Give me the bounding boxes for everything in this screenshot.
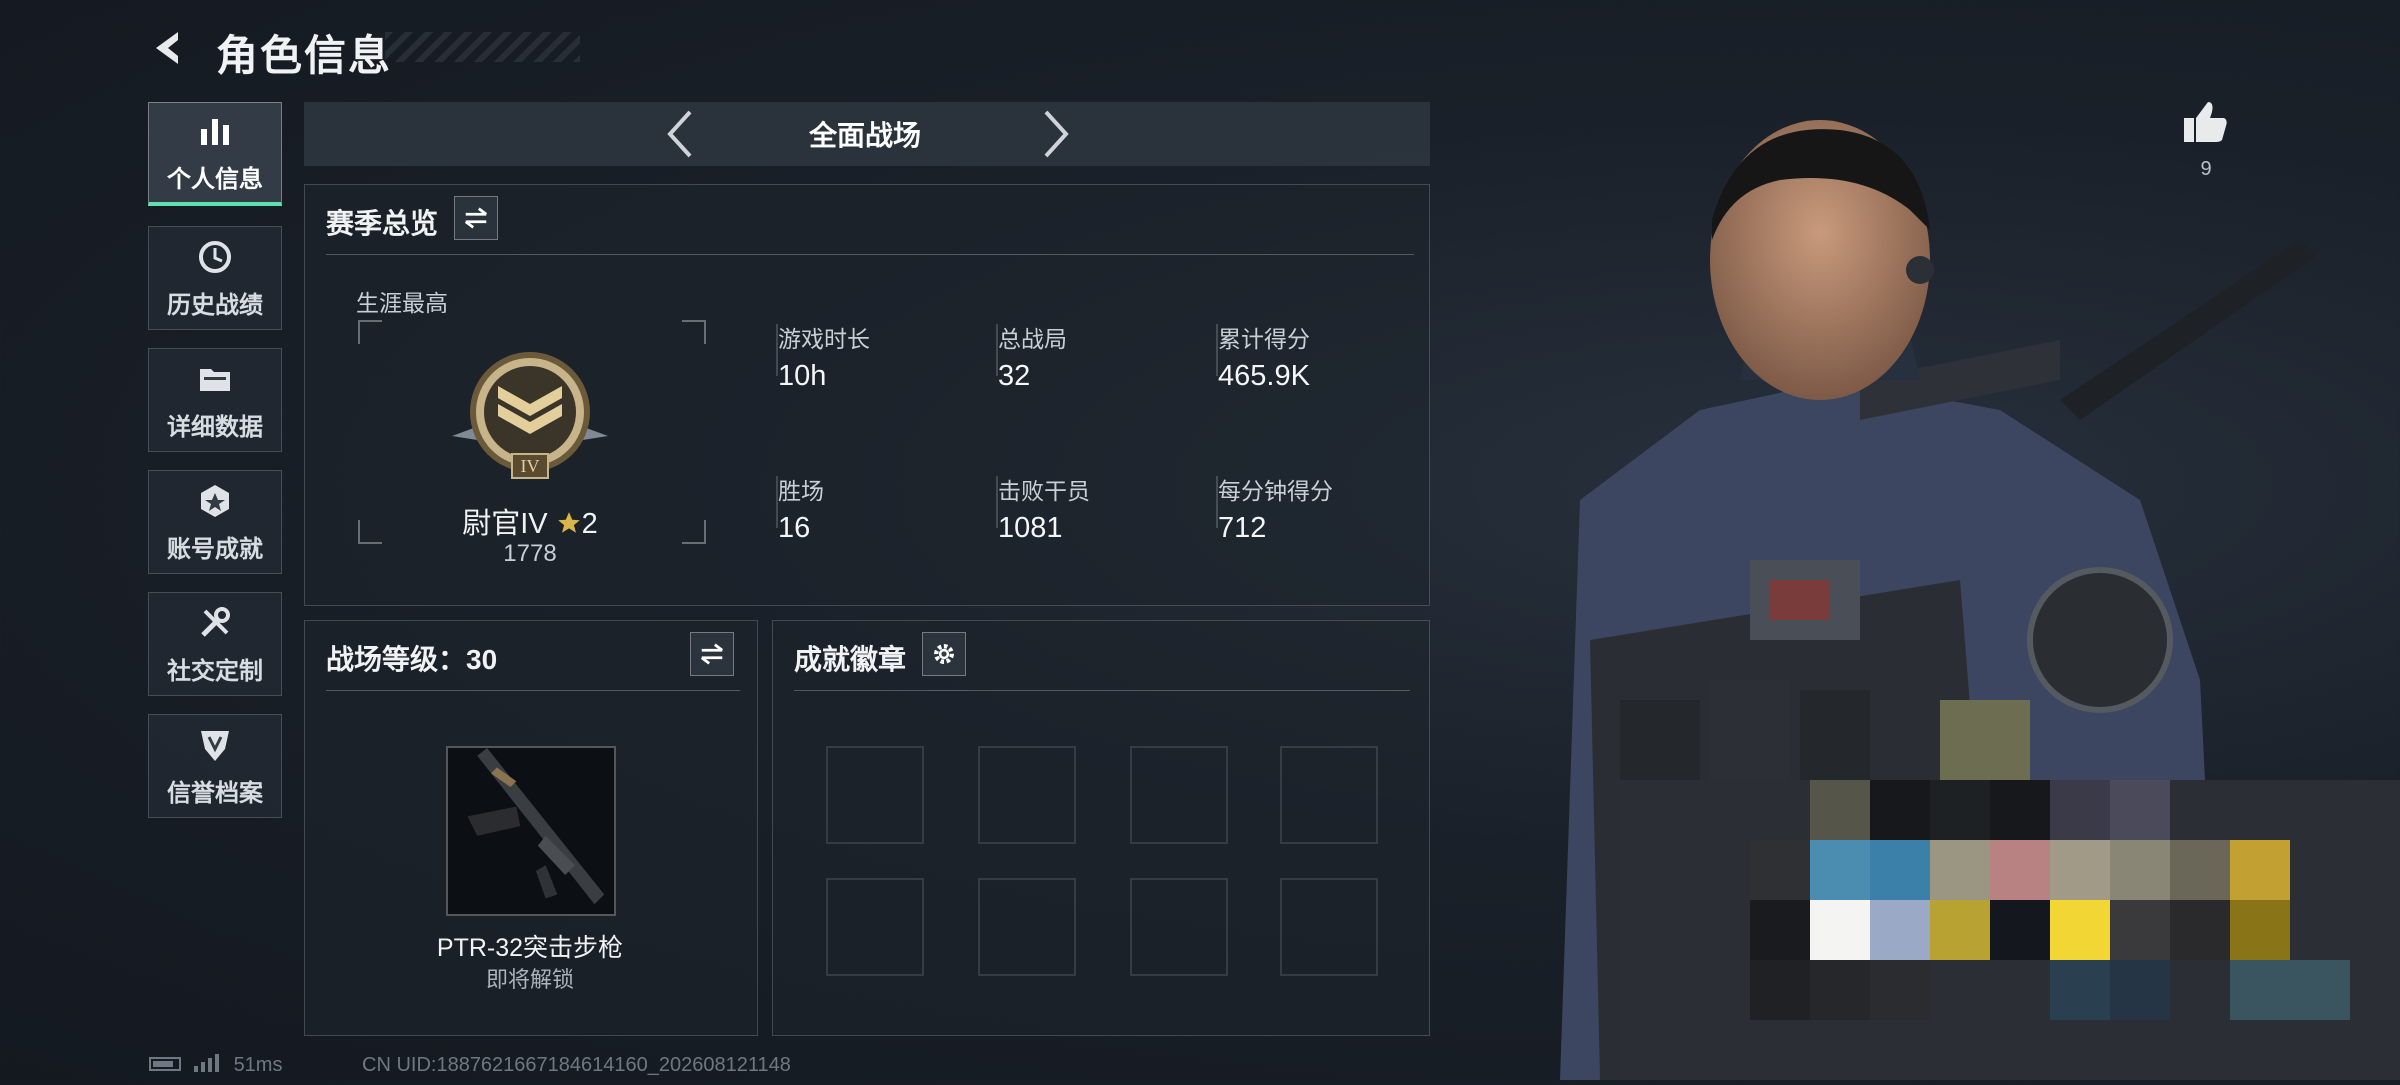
sidebar-item-label: 详细数据 — [167, 413, 263, 441]
sidebar-item-label: 信誉档案 — [167, 779, 263, 807]
rank-points: 1778 — [503, 540, 557, 567]
badge-slot[interactable] — [1130, 746, 1228, 844]
divider — [794, 690, 1410, 691]
badge-slot[interactable] — [978, 878, 1076, 976]
rank-name: 尉官IV — [462, 508, 548, 540]
badge-slot[interactable] — [1130, 878, 1228, 976]
thumbs-up-icon — [2184, 102, 2227, 142]
stat-label-playtime: 游戏时长 — [778, 326, 870, 352]
frame-corner — [682, 520, 706, 544]
frame-corner — [358, 320, 382, 344]
title-decoration — [385, 32, 580, 62]
achievement-star-icon — [201, 484, 229, 517]
mode-next-button[interactable] — [1036, 108, 1076, 160]
rank-stars: 2 — [581, 508, 598, 540]
sidebar-item-history[interactable]: 历史战绩 — [148, 226, 282, 330]
mosaic-overlay — [1620, 780, 2400, 1080]
history-clock-icon — [199, 240, 231, 273]
stat-value-total-matches: 32 — [998, 360, 1031, 392]
stat-value-total-score: 465.9K — [1218, 360, 1310, 392]
stat-value-playtime: 10h — [778, 360, 827, 392]
shield-badge-icon — [201, 730, 229, 761]
badge-slot[interactable] — [978, 746, 1076, 844]
pixelated-region — [1620, 780, 2400, 1080]
weapon-name: PTR-32突击步枪 — [436, 934, 624, 962]
page-title: 角色信息 — [216, 32, 393, 79]
divider — [326, 690, 740, 691]
star-icon — [557, 512, 580, 533]
sidebar-item-detailed-data[interactable]: 详细数据 — [148, 348, 282, 452]
stat-value-wins: 16 — [778, 512, 811, 544]
bar-chart-icon — [201, 119, 229, 145]
stat-value-kills: 1081 — [998, 512, 1063, 544]
network-status: 51ms — [148, 1054, 282, 1077]
sidebar-item-label: 个人信息 — [167, 166, 263, 193]
back-button[interactable] — [148, 26, 192, 70]
stat-value-score-per-minute: 712 — [1218, 512, 1267, 544]
season-switch-button[interactable] — [454, 196, 498, 240]
stat-label-total-matches: 总战局 — [998, 326, 1067, 352]
rank-emblem: IV — [450, 346, 610, 482]
rank-emblem-numeral: IV — [521, 456, 540, 476]
sidebar-item-reputation[interactable]: 信誉档案 — [148, 714, 282, 818]
badge-slot[interactable] — [1280, 878, 1378, 976]
badge-slot[interactable] — [826, 878, 924, 976]
battery-signal-icon — [149, 1054, 219, 1072]
chevron-left-icon — [667, 110, 692, 158]
stat-label-kills: 击败干员 — [998, 478, 1090, 504]
folder-icon — [200, 368, 230, 391]
frame-corner — [682, 320, 706, 344]
sidebar-item-label: 历史战绩 — [167, 291, 263, 319]
sidebar-item-achievements[interactable]: 账号成就 — [148, 470, 282, 574]
sidebar-item-label: 社交定制 — [167, 657, 263, 685]
assault-rifle-icon — [467, 748, 605, 905]
weapon-status: 即将解锁 — [485, 967, 574, 992]
rank-emblem-icon: IV — [452, 352, 608, 479]
mode-title: 全面战场 — [808, 120, 921, 151]
swap-icon — [464, 207, 488, 229]
sidebar-item-label: 账号成就 — [167, 535, 263, 563]
like-count: 9 — [2200, 158, 2212, 180]
stat-label-score-per-minute: 每分钟得分 — [1218, 478, 1333, 504]
rank-title: 尉官IV 2 — [440, 500, 620, 542]
wrench-tools-icon — [201, 606, 230, 637]
badge-slot[interactable] — [826, 746, 924, 844]
sidebar-item-social[interactable]: 社交定制 — [148, 592, 282, 696]
weapon-card[interactable] — [446, 746, 616, 916]
user-uid: CN UID:1887621667184614160_202608121148 — [362, 1054, 791, 1076]
career-best-label: 生涯最高 — [356, 290, 448, 316]
divider — [326, 254, 1414, 255]
ping-value: 51ms — [233, 1054, 283, 1076]
chevron-right-icon — [1044, 110, 1069, 158]
battlefield-level-switch-button[interactable] — [690, 632, 734, 676]
back-arrow-icon — [156, 32, 178, 64]
badge-slot[interactable] — [1280, 746, 1378, 844]
stat-label-wins: 胜场 — [778, 478, 824, 504]
battlefield-level-title: 战场等级：30 — [326, 644, 498, 675]
frame-corner — [358, 520, 382, 544]
badges-settings-button[interactable] — [922, 632, 966, 676]
season-overview-title: 赛季总览 — [326, 208, 439, 239]
like-button[interactable] — [2180, 96, 2232, 148]
achievement-badges-title: 成就徽章 — [794, 644, 907, 675]
gear-icon — [934, 644, 954, 664]
mode-prev-button[interactable] — [660, 108, 700, 160]
sidebar-item-personal-info[interactable]: 个人信息 — [148, 102, 282, 206]
swap-icon — [700, 643, 724, 665]
stat-label-total-score: 累计得分 — [1218, 326, 1310, 352]
